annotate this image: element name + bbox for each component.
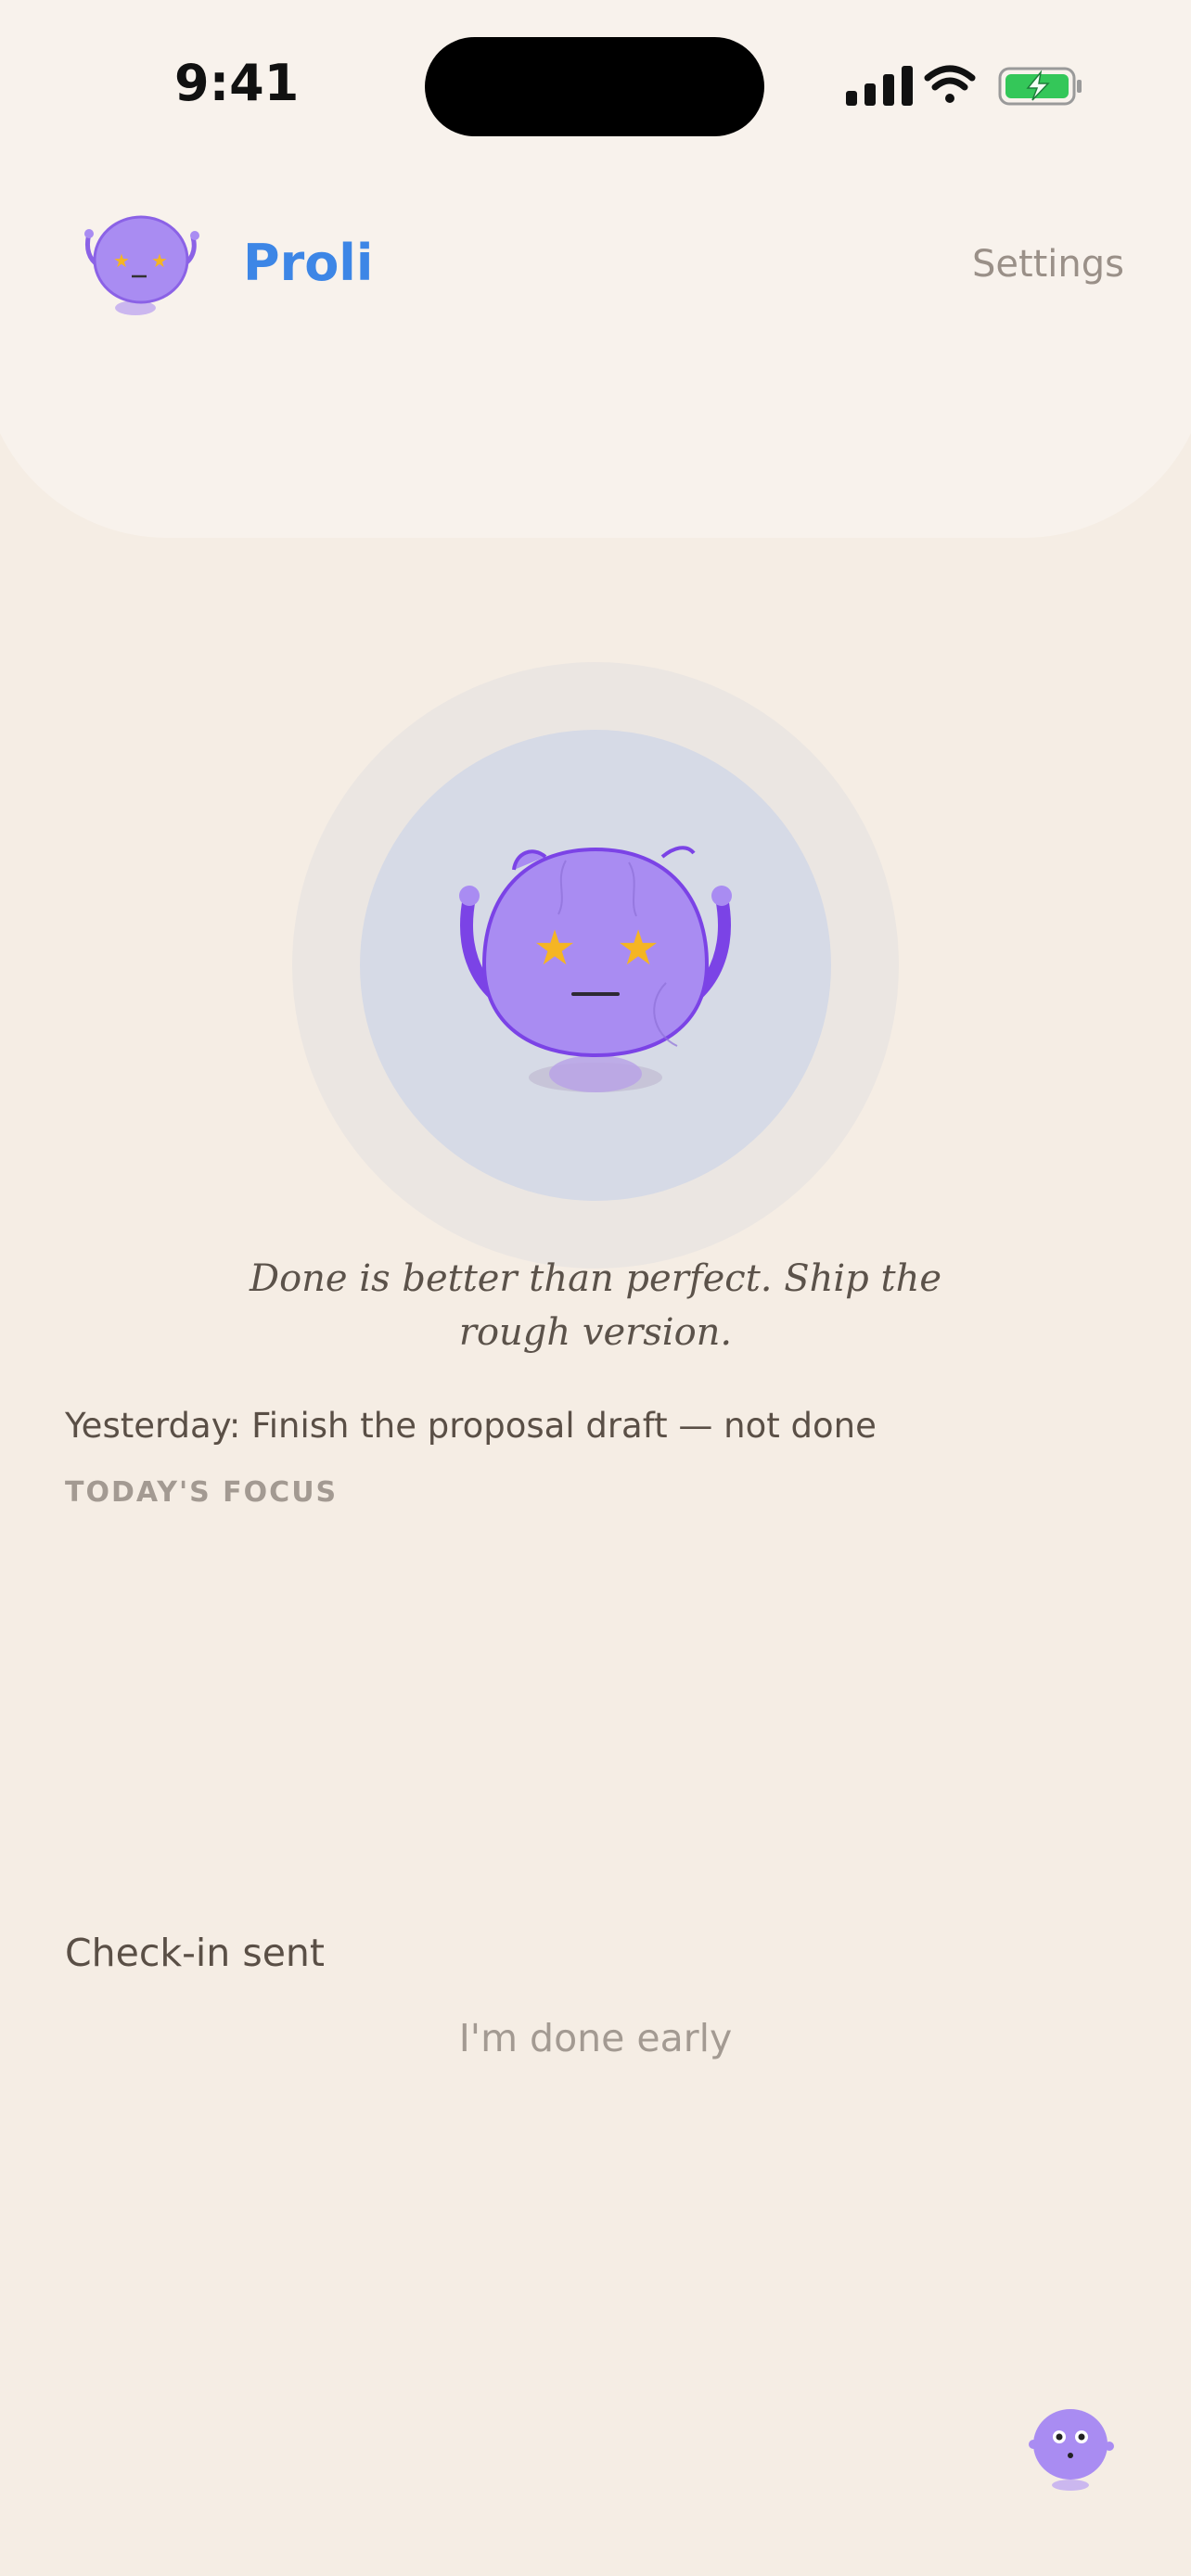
app-logo: ★ ★ <box>84 215 199 315</box>
mascot-illustration: ★ ★ <box>459 846 732 1092</box>
dynamic-island <box>425 37 764 136</box>
svg-text:★: ★ <box>113 249 130 272</box>
battery-charging-icon <box>998 67 1082 106</box>
wifi-icon <box>924 65 976 103</box>
status-icons <box>846 65 1082 106</box>
yesterday-summary: Yesterday: Finish the proposal draft — n… <box>65 1406 877 1446</box>
app-title: Proli <box>243 234 374 292</box>
floating-mascot-button[interactable] <box>1028 2400 1115 2493</box>
settings-button[interactable]: Settings <box>972 243 1124 286</box>
todays-focus-label: TODAY'S FOCUS <box>65 1476 339 1509</box>
done-early-button[interactable]: I'm done early <box>0 2016 1191 2060</box>
checkin-status: Check-in sent <box>65 1931 325 1975</box>
status-time: 9:41 <box>174 54 300 112</box>
motivational-quote: Done is better than perfect. Ship the ro… <box>250 1257 941 1354</box>
svg-text:★: ★ <box>151 249 168 272</box>
svg-text:★: ★ <box>617 921 660 976</box>
svg-text:★: ★ <box>533 921 577 976</box>
signal-icon <box>846 66 913 106</box>
